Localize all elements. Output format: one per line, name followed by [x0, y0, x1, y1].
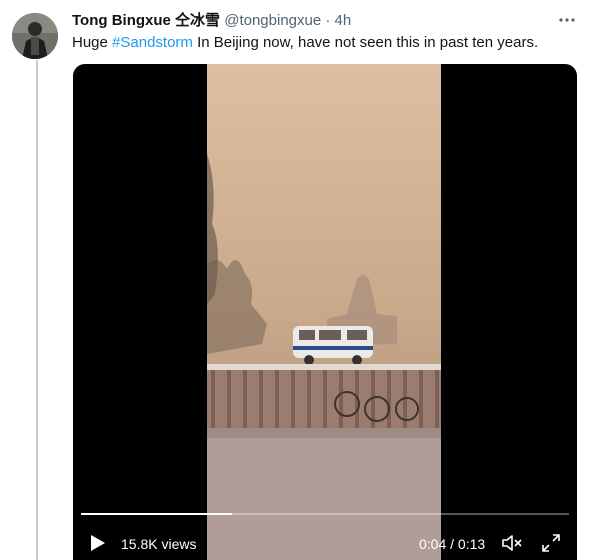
tweet-timestamp[interactable]: 4h	[335, 12, 352, 29]
author-handle[interactable]: @tongbingxue	[224, 12, 321, 29]
hashtag-link[interactable]: #Sandstorm	[112, 34, 193, 51]
more-horizontal-icon	[559, 18, 575, 22]
avatar[interactable]	[12, 13, 58, 59]
tweet-text: Huge #Sandstorm In Beijing now, have not…	[72, 33, 538, 53]
thread-line	[36, 60, 38, 560]
video-controls: 15.8K views 0:04 / 0:13	[73, 526, 577, 560]
author-name[interactable]: Tong Bingxue 仝冰雪	[72, 12, 220, 29]
view-count: 15.8K views	[121, 536, 197, 552]
time-current: 0:04	[419, 536, 447, 552]
video-player[interactable]: 15.8K views 0:04 / 0:13	[73, 64, 577, 560]
video-timecode: 0:04 / 0:13	[419, 536, 485, 552]
meta-separator: ·	[325, 12, 331, 29]
fullscreen-icon	[542, 534, 560, 552]
volume-muted-icon	[502, 535, 522, 551]
mute-button[interactable]	[501, 533, 523, 553]
tweet-header: Tong Bingxue 仝冰雪 @tongbingxue · 4h	[72, 11, 553, 31]
time-separator: /	[450, 536, 455, 552]
play-icon	[91, 535, 105, 551]
more-options-button[interactable]	[557, 10, 577, 30]
time-total: 0:13	[457, 536, 486, 552]
play-button[interactable]	[87, 533, 107, 553]
video-progress-bar[interactable]	[81, 513, 569, 515]
video-frame	[207, 64, 441, 560]
video-progress-fill	[81, 513, 233, 515]
tweet-text-after: In Beijing now, have not seen this in pa…	[192, 34, 539, 51]
fullscreen-button[interactable]	[541, 533, 561, 553]
tweet-text-before: Huge	[72, 34, 113, 51]
